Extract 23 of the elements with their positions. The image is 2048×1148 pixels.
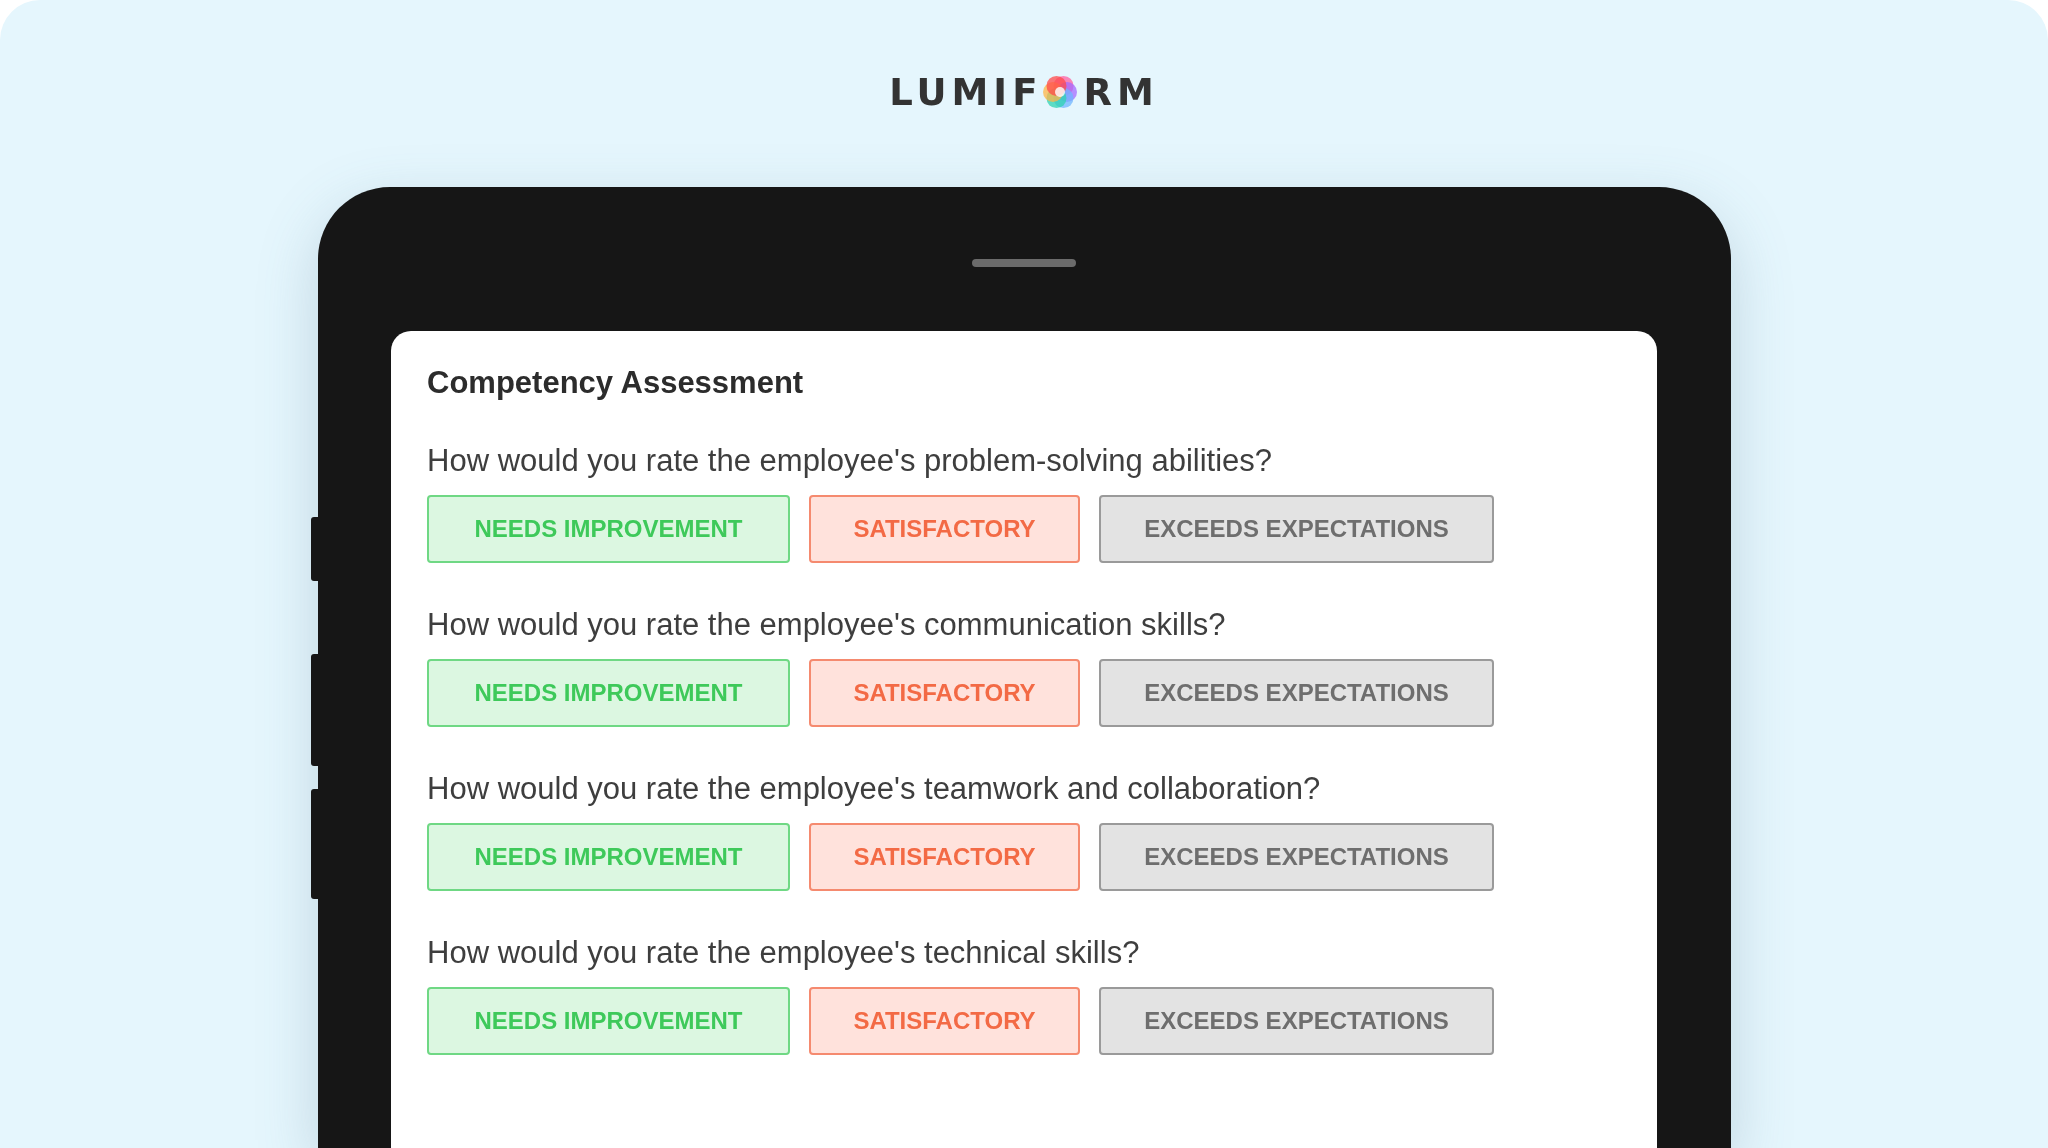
question-text: How would you rate the employee's technical skills? [427, 935, 1140, 971]
logo-text: RM [1083, 73, 1159, 111]
rating-option-button[interactable]: SATISFACTORY [809, 823, 1080, 891]
rating-option-button[interactable]: NEEDS IMPROVEMENT [427, 495, 790, 563]
rating-option-button[interactable]: EXCEEDS EXPECTATIONS [1099, 823, 1494, 891]
rating-option-button[interactable]: SATISFACTORY [809, 659, 1080, 727]
question-text: How would you rate the employee's problem-solving abilities? [427, 443, 1273, 479]
rating-option-button[interactable]: EXCEEDS EXPECTATIONS [1099, 659, 1494, 727]
rating-option-button[interactable]: EXCEEDS EXPECTATIONS [1099, 495, 1494, 563]
form-title: Competency Assessment [427, 365, 804, 401]
rating-option-button[interactable]: SATISFACTORY [809, 987, 1080, 1055]
question-text: How would you rate the employee's communication skills? [427, 607, 1226, 643]
rating-option-button[interactable]: NEEDS IMPROVEMENT [427, 823, 790, 891]
logo-text: LUMIF [889, 73, 1043, 111]
side-button[interactable] [310, 517, 318, 581]
rating-option-button[interactable]: NEEDS IMPROVEMENT [427, 987, 790, 1055]
rating-option-button[interactable]: SATISFACTORY [809, 495, 1080, 563]
flower-logo-icon [1042, 74, 1079, 110]
rating-option-button[interactable]: NEEDS IMPROVEMENT [427, 659, 790, 727]
rating-option-button[interactable]: EXCEEDS EXPECTATIONS [1099, 987, 1494, 1055]
question-text: How would you rate the employee's teamwork and collaboration? [427, 771, 1321, 807]
side-button[interactable] [310, 789, 318, 899]
side-button[interactable] [310, 654, 318, 766]
